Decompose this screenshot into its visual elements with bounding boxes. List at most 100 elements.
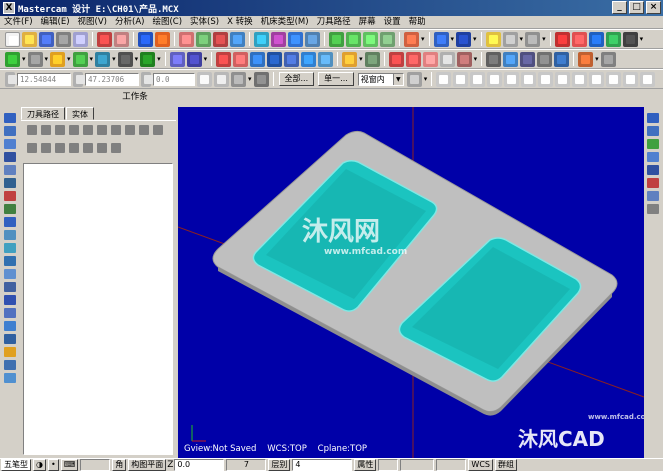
grid-view-icon[interactable] <box>600 51 616 67</box>
slot-mill-icon[interactable] <box>4 308 16 318</box>
tab-toolpaths[interactable]: 刀具路径 <box>21 107 65 120</box>
trim-icon[interactable] <box>169 51 185 67</box>
chevron-down-icon[interactable]: ▾ <box>359 55 363 63</box>
chevron-down-icon[interactable]: ▾ <box>542 35 546 43</box>
solid-select-icon[interactable] <box>555 71 571 87</box>
plane-icon[interactable] <box>288 31 303 47</box>
attributes-button[interactable]: 属性 <box>354 459 377 471</box>
regenerate-dirty-icon[interactable] <box>69 125 79 135</box>
zoom-out-icon[interactable] <box>230 31 245 47</box>
view-side-icon[interactable] <box>363 31 378 47</box>
repaint-icon[interactable] <box>155 31 170 47</box>
spline-icon[interactable] <box>95 51 111 67</box>
menu-analyze[interactable]: 分析(A) <box>111 16 148 28</box>
tab-solids[interactable]: 实体 <box>66 107 94 120</box>
chevron-down-icon[interactable]: ▾ <box>474 55 478 63</box>
array-icon[interactable] <box>267 51 283 67</box>
verify-ops-icon[interactable] <box>97 125 107 135</box>
wireframe-icon[interactable] <box>520 51 536 67</box>
chevron-down-icon[interactable]: ▾ <box>424 75 428 83</box>
chevron-down-icon[interactable]: ▾ <box>451 35 455 43</box>
mastercam-logo-icon[interactable]: X <box>3 2 15 14</box>
save-icon[interactable] <box>39 31 54 47</box>
back-select-icon[interactable] <box>623 71 639 87</box>
insert-arrow-icon[interactable] <box>97 143 107 153</box>
cut-icon[interactable] <box>73 31 88 47</box>
circle-mill-icon[interactable] <box>4 282 16 292</box>
ime-keyboard-icon[interactable]: ⌨ <box>60 459 79 471</box>
redo-icon[interactable] <box>114 31 129 47</box>
selection-mode-select[interactable]: 视窗内 ▼ <box>357 72 404 86</box>
right-tool-icon[interactable] <box>647 152 659 162</box>
ime-dot-icon[interactable]: • <box>47 459 59 471</box>
zoom-window-icon[interactable] <box>179 31 194 47</box>
vector-select-icon[interactable] <box>487 71 503 87</box>
nesting-icon[interactable] <box>4 256 16 266</box>
eraser-icon[interactable] <box>439 51 455 67</box>
scroll-icon[interactable] <box>111 143 121 153</box>
helix-bore-icon[interactable] <box>4 321 16 331</box>
area-select-icon[interactable] <box>504 71 520 87</box>
xform-icon[interactable] <box>233 51 249 67</box>
right-tool-icon[interactable] <box>647 165 659 175</box>
check-icon[interactable] <box>4 373 16 383</box>
sketcher-icon[interactable] <box>197 71 212 87</box>
menu-edit[interactable]: 编辑(E) <box>37 16 74 28</box>
hide-icon[interactable] <box>456 51 472 67</box>
line-width-field[interactable] <box>436 459 467 471</box>
trim-toolpath-icon[interactable] <box>4 230 16 240</box>
chevron-down-icon[interactable]: ▾ <box>640 35 644 43</box>
select-single-button[interactable]: 单一... <box>318 72 354 86</box>
edge-select-icon[interactable] <box>572 71 588 87</box>
solid-icon[interactable] <box>578 51 594 67</box>
z-depth-field[interactable]: 0.0 <box>174 459 225 471</box>
face-select-icon[interactable] <box>589 71 605 87</box>
line-icon[interactable] <box>27 51 43 67</box>
lock-icon[interactable] <box>27 143 37 153</box>
menu-machine-type[interactable]: 机床类型(M) <box>257 16 313 28</box>
roll-icon[interactable] <box>318 51 334 67</box>
shade-icon[interactable] <box>503 51 519 67</box>
transform-toolpath-icon[interactable] <box>4 243 16 253</box>
toggle-posting-icon[interactable] <box>55 143 65 153</box>
view-iso-icon[interactable] <box>380 31 395 47</box>
right-tool-icon[interactable] <box>647 126 659 136</box>
break-icon[interactable] <box>186 51 202 67</box>
multiaxis-icon[interactable] <box>4 204 16 214</box>
ime-moon-icon[interactable]: ◑ <box>33 459 46 471</box>
chevron-down-icon[interactable]: ▾ <box>112 55 116 63</box>
chevron-down-icon[interactable]: ▾ <box>248 75 252 83</box>
chevron-down-icon[interactable]: ▾ <box>22 55 26 63</box>
chevron-down-icon[interactable]: ▾ <box>90 55 94 63</box>
new-file-icon[interactable] <box>5 31 20 47</box>
chevron-down-icon[interactable]: ▾ <box>204 55 208 63</box>
chevron-down-icon[interactable]: ▾ <box>135 55 139 63</box>
ime-indicator[interactable]: 五笔型 <box>1 459 31 471</box>
regenerate-icon[interactable] <box>55 125 65 135</box>
surface-icon[interactable] <box>554 51 570 67</box>
globe-icon[interactable] <box>433 31 449 47</box>
print-icon[interactable] <box>56 31 71 47</box>
wcs-button[interactable]: WCS <box>468 459 493 471</box>
menu-help[interactable]: 帮助 <box>405 16 430 28</box>
zoom-in-icon[interactable] <box>213 31 228 47</box>
toggle-display-icon[interactable] <box>41 143 51 153</box>
level-icon[interactable] <box>364 51 380 67</box>
dimension-icon[interactable] <box>502 31 518 47</box>
wireframe-toolpath-icon[interactable] <box>4 269 16 279</box>
color-icon[interactable] <box>486 51 502 67</box>
rectangle-icon[interactable] <box>140 51 156 67</box>
mirror-icon[interactable] <box>571 31 587 47</box>
mask-icon[interactable] <box>538 71 554 87</box>
contour-icon[interactable] <box>4 126 16 136</box>
table-icon[interactable] <box>405 51 421 67</box>
translate-icon[interactable] <box>588 31 604 47</box>
thread-mill-icon[interactable] <box>4 295 16 305</box>
open-file-icon[interactable] <box>22 31 37 47</box>
pan-icon[interactable] <box>138 31 153 47</box>
pencil-icon[interactable] <box>485 31 501 47</box>
toolpath-icon[interactable] <box>4 113 16 123</box>
coord-z-field[interactable]: 0.0 <box>153 72 195 86</box>
shading-icon[interactable] <box>404 31 419 47</box>
menu-solids[interactable]: 实体(S) <box>186 16 223 28</box>
